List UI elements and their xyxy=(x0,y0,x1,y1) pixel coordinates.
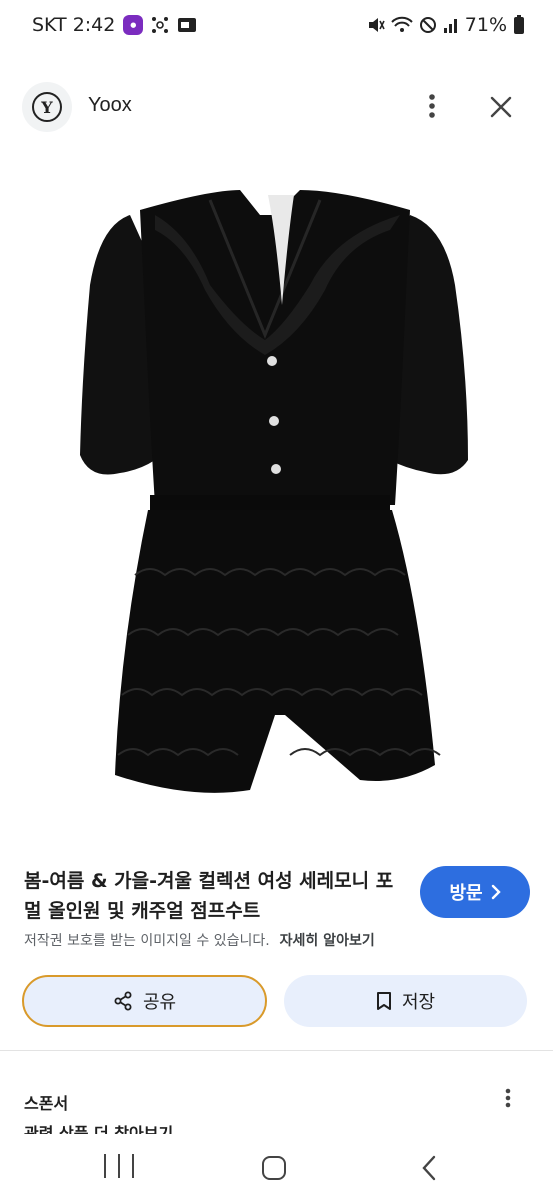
battery-percent: 71% xyxy=(464,14,507,36)
source-header: Y Yoox xyxy=(0,78,553,136)
share-button[interactable]: 공유 xyxy=(22,975,267,1027)
bookmark-icon xyxy=(376,992,391,1010)
copyright-text: 저작권 보호를 받는 이미지일 수 있습니다. xyxy=(24,933,270,949)
save-button[interactable]: 저장 xyxy=(284,975,527,1027)
status-bar: SKT 2:42 ● 71% xyxy=(0,0,553,52)
sponsored-text: 관련 상품 더 찾아보기 xyxy=(24,1124,174,1134)
mute-icon xyxy=(367,16,385,34)
visit-label: 방문 xyxy=(449,883,483,904)
share-network-icon xyxy=(151,16,169,34)
more-vert-icon xyxy=(505,1088,511,1108)
status-right: 71% xyxy=(367,14,525,36)
learn-more-link[interactable]: 자세히 알아보기 xyxy=(280,930,375,950)
sponsored-label: 스폰서 xyxy=(24,1094,69,1113)
share-icon xyxy=(114,991,132,1011)
section-divider xyxy=(0,1050,553,1051)
signal-icon xyxy=(443,16,459,34)
app-notification-icon: ● xyxy=(123,15,144,35)
status-left: SKT 2:42 ● xyxy=(32,14,197,36)
more-vert-icon xyxy=(429,94,435,118)
product-image[interactable] xyxy=(60,175,490,815)
recents-icon-bar xyxy=(132,1154,134,1178)
recents-icon-bar xyxy=(104,1154,106,1178)
back-chevron-icon xyxy=(422,1155,436,1181)
system-nav-bar xyxy=(0,1134,553,1200)
copyright-notice: 저작권 보호를 받는 이미지일 수 있습니다. 자세히 알아보기 xyxy=(24,930,375,950)
site-logo-letter: Y xyxy=(32,92,62,122)
home-button[interactable] xyxy=(262,1156,286,1180)
close-button[interactable] xyxy=(482,88,520,126)
wifi-icon xyxy=(391,16,413,34)
share-label: 공유 xyxy=(142,992,177,1013)
save-label: 저장 xyxy=(401,992,436,1013)
recents-icon-bar xyxy=(118,1154,120,1178)
recents-button[interactable] xyxy=(104,1154,134,1180)
site-name[interactable]: Yoox xyxy=(88,94,132,117)
sponsored-content: 관련 상품 더 찾아보기 xyxy=(24,1122,324,1134)
more-options-button[interactable] xyxy=(414,88,450,124)
chevron-right-icon xyxy=(491,884,501,900)
site-logo[interactable]: Y xyxy=(22,82,72,132)
carrier-time: SKT 2:42 xyxy=(32,14,116,36)
product-title: 봄-여름 & 가을-겨울 컬렉션 여성 세레모니 포멀 올인원 및 캐주얼 점프… xyxy=(24,870,394,922)
no-disturb-icon xyxy=(419,16,437,34)
close-icon xyxy=(490,96,512,118)
back-button[interactable] xyxy=(418,1154,442,1182)
visit-button[interactable]: 방문 xyxy=(420,866,530,918)
sponsored-more-button[interactable] xyxy=(494,1084,522,1112)
battery-icon xyxy=(513,15,525,35)
screen-cast-icon xyxy=(177,16,197,34)
